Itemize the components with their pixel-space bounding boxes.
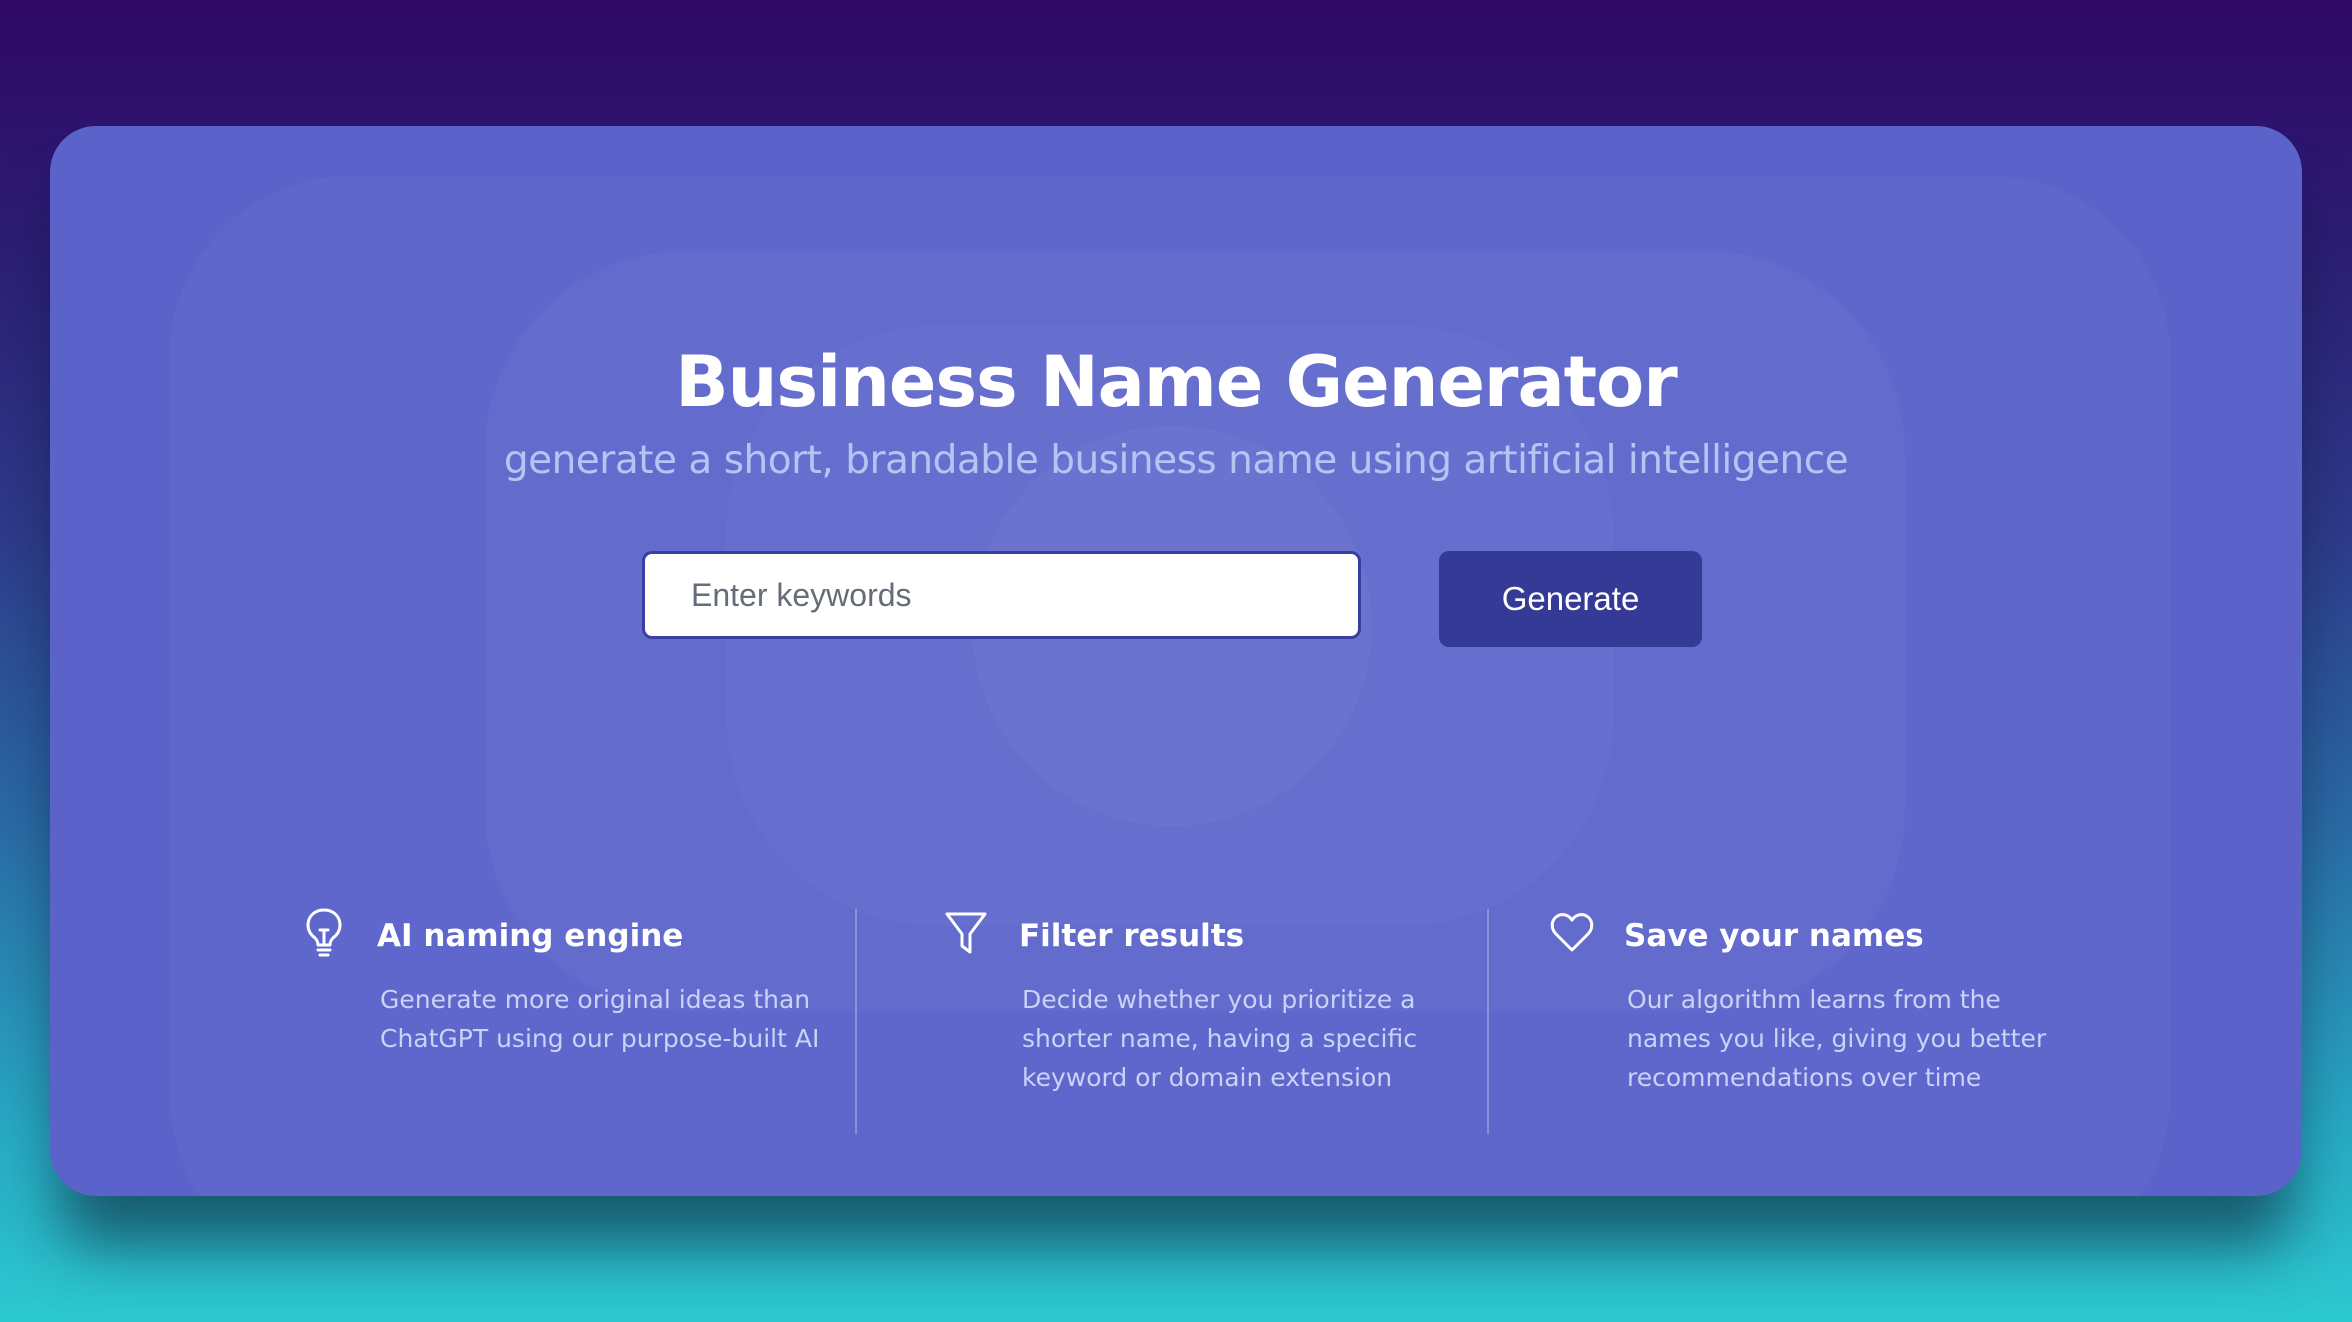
- filter-icon: [944, 906, 988, 960]
- heart-icon: [1550, 906, 1594, 960]
- keywords-input[interactable]: [642, 551, 1361, 639]
- feature-description: Our algorithm learns from the names you …: [1627, 985, 2047, 1092]
- generate-button[interactable]: Generate: [1439, 551, 1702, 647]
- page-subtitle: generate a short, brandable business nam…: [503, 438, 1849, 483]
- feature-title: Filter results: [1019, 918, 1245, 954]
- page-title: Business Name Generator: [675, 341, 1678, 423]
- feature-divider: [855, 909, 857, 1134]
- feature-title: AI naming engine: [377, 918, 684, 954]
- feature-title: Save your names: [1624, 918, 1924, 954]
- feature-description: Generate more original ideas than ChatGP…: [380, 985, 820, 1053]
- lightbulb-icon: [302, 906, 346, 960]
- feature-description: Decide whether you prioritize a shorter …: [1022, 985, 1417, 1092]
- hero-card: Business Name Generator generate a short…: [50, 126, 2302, 1196]
- feature-divider: [1487, 909, 1489, 1134]
